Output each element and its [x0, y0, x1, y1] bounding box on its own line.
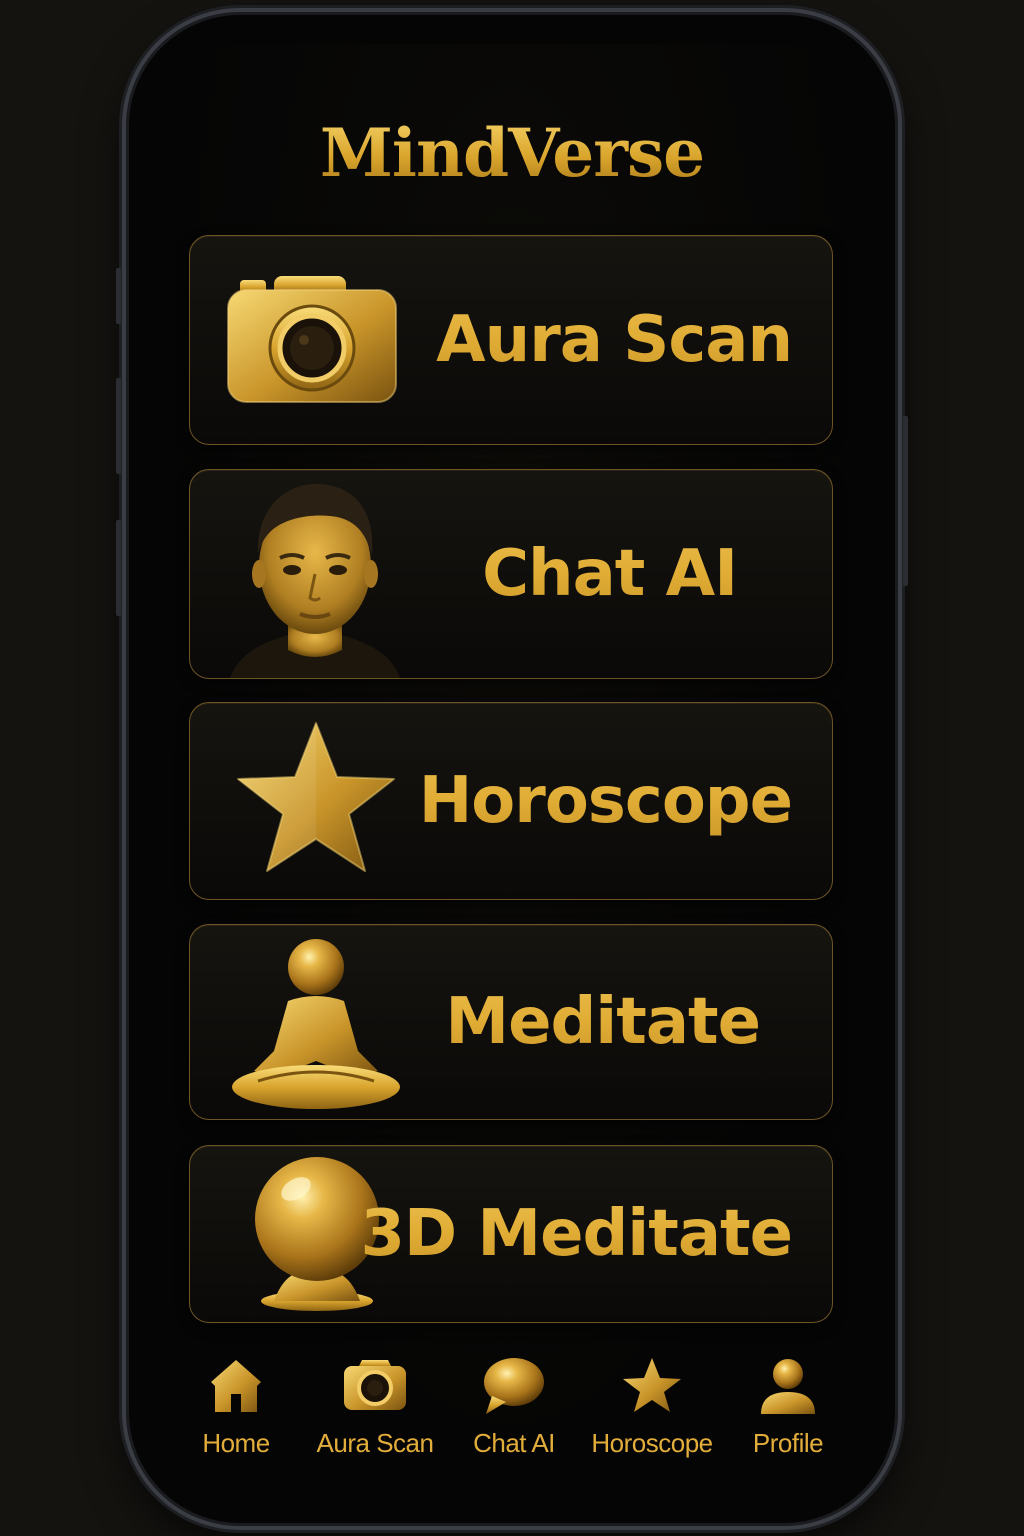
tab-label: Chat AI [473, 1428, 555, 1458]
tab-label: Profile [752, 1428, 824, 1458]
menu-card-label: Chat AI [482, 470, 738, 678]
menu-card-label: Horoscope [419, 703, 793, 899]
menu-card-label: 3D Meditate [360, 1146, 793, 1322]
tab-aura-scan[interactable]: Aura Scan [305, 1344, 445, 1464]
bottom-tab-bar: Home Aura Scan Chat AI Horoscope Profile [158, 1344, 866, 1464]
home-icon [207, 1356, 265, 1420]
side-button-volume-up [116, 378, 121, 474]
side-button-power [903, 416, 908, 586]
menu-card-3d-meditate[interactable]: 3D Meditate [189, 1145, 833, 1323]
side-button-volume-down [116, 520, 121, 616]
star-icon [234, 719, 398, 883]
menu-card-meditate[interactable]: Meditate [189, 924, 833, 1120]
menu-card-label: Meditate [445, 925, 761, 1119]
camera-icon [226, 268, 398, 412]
tab-chat-ai[interactable]: Chat AI [444, 1344, 584, 1464]
star-icon [621, 1356, 683, 1418]
profile-icon [759, 1356, 817, 1420]
tab-profile[interactable]: Profile [718, 1344, 858, 1464]
tab-label: Horoscope [591, 1428, 713, 1458]
side-button-mute [116, 268, 121, 324]
menu-card-aura-scan[interactable]: Aura Scan [189, 235, 833, 445]
tab-home[interactable]: Home [166, 1344, 306, 1464]
menu-card-horoscope[interactable]: Horoscope [189, 702, 833, 900]
menu-card-label: Aura Scan [436, 236, 793, 444]
ai-avatar-portrait [230, 474, 400, 678]
camera-icon [342, 1356, 408, 1418]
app-screen: MindVerse Aura Scan Chat AI Horoscope Me… [158, 44, 866, 1496]
tab-label: Aura Scan [316, 1428, 434, 1458]
meditation-figure-icon [228, 931, 404, 1119]
tab-horoscope[interactable]: Horoscope [582, 1344, 722, 1464]
tab-label: Home [202, 1428, 270, 1458]
chat-bubble-icon [482, 1356, 546, 1420]
menu-card-chat-ai[interactable]: Chat AI [189, 469, 833, 679]
app-title: MindVerse [158, 114, 866, 192]
